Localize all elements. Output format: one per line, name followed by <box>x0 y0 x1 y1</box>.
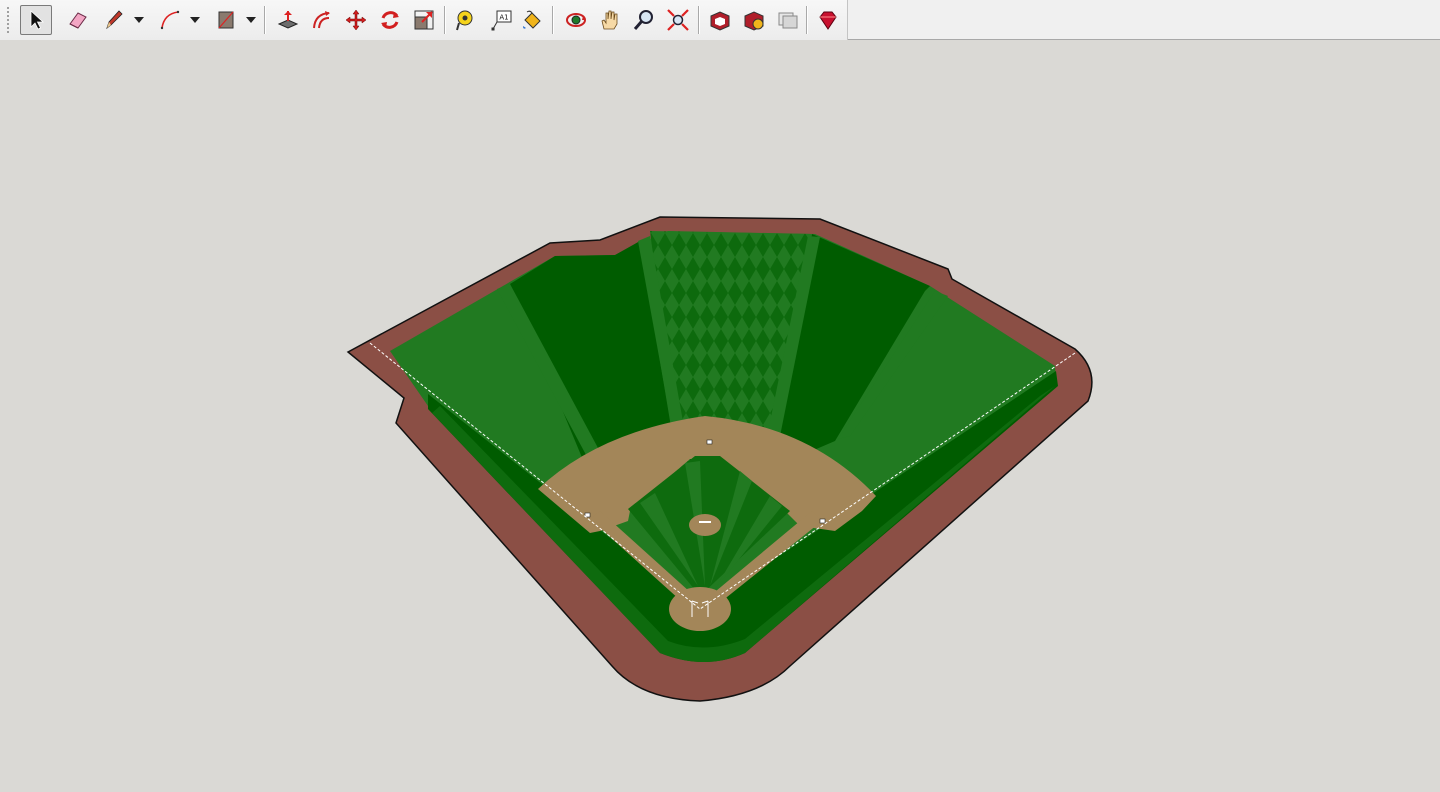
layout-icon <box>778 12 798 29</box>
offset-tool-button[interactable] <box>306 5 338 35</box>
main-toolbar: A1 <box>0 0 1440 40</box>
svg-text:A1: A1 <box>499 14 508 22</box>
rotate-tool-button[interactable] <box>374 5 406 35</box>
3d-viewport[interactable] <box>0 41 1440 792</box>
warehouse-icon <box>710 11 730 31</box>
arc-dropdown[interactable] <box>188 5 202 35</box>
second-base <box>706 439 713 445</box>
pitchers-mound <box>689 514 721 536</box>
pencil-tool-button[interactable] <box>98 5 130 35</box>
3d-warehouse-button[interactable] <box>704 5 736 35</box>
toolbar-separator <box>264 6 265 34</box>
zoom-tool-button[interactable] <box>628 5 660 35</box>
rotate-icon <box>381 11 399 29</box>
first-base <box>819 518 826 524</box>
zoom-icon <box>633 10 653 30</box>
zoom-extents-icon <box>667 9 689 31</box>
toolbar-separator <box>444 6 445 34</box>
select-arrow-icon <box>30 10 45 30</box>
chevron-down-icon <box>246 17 256 23</box>
extension-warehouse-button[interactable] <box>738 5 770 35</box>
chevron-down-icon <box>134 17 144 23</box>
arc-tool-button[interactable] <box>154 5 186 35</box>
tape-measure-icon <box>456 10 473 31</box>
rectangle-tool-button[interactable] <box>210 5 242 35</box>
toolbar-grip[interactable] <box>6 6 10 34</box>
rectangle-icon <box>218 11 234 29</box>
toolbar-separator <box>806 6 807 34</box>
layout-button[interactable] <box>772 5 804 35</box>
move-tool-button[interactable] <box>340 5 372 35</box>
eraser-icon <box>69 12 87 29</box>
text-icon: A1 <box>491 10 512 31</box>
tape-measure-tool-button[interactable] <box>450 5 482 35</box>
extension-warehouse-icon <box>744 11 764 31</box>
pan-hand-icon <box>601 10 618 30</box>
zoom-extents-tool-button[interactable] <box>662 5 694 35</box>
toolbar-strip: A1 <box>0 0 848 40</box>
offset-icon <box>313 11 330 29</box>
push-pull-icon <box>277 11 299 29</box>
push-pull-tool-button[interactable] <box>272 5 304 35</box>
baseball-field-model[interactable] <box>0 41 1440 792</box>
pan-tool-button[interactable] <box>594 5 626 35</box>
toolbar-separator <box>698 6 699 34</box>
orbit-tool-button[interactable] <box>560 5 592 35</box>
text-tool-button[interactable]: A1 <box>486 5 518 35</box>
eraser-tool-button[interactable] <box>62 5 94 35</box>
paint-bucket-icon <box>523 10 541 29</box>
scale-icon <box>414 10 434 30</box>
arc-icon <box>160 10 180 30</box>
ruby-icon <box>819 11 837 30</box>
orbit-icon <box>566 13 586 27</box>
paint-bucket-tool-button[interactable] <box>516 5 548 35</box>
pencil-icon <box>106 10 123 30</box>
rectangle-dropdown[interactable] <box>244 5 258 35</box>
scale-tool-button[interactable] <box>408 5 440 35</box>
pencil-dropdown[interactable] <box>132 5 146 35</box>
chevron-down-icon <box>190 17 200 23</box>
move-icon <box>345 9 367 31</box>
ruby-console-button[interactable] <box>812 5 844 35</box>
toolbar-separator <box>552 6 553 34</box>
pitchers-rubber <box>699 521 711 523</box>
select-tool-button[interactable] <box>20 5 52 35</box>
